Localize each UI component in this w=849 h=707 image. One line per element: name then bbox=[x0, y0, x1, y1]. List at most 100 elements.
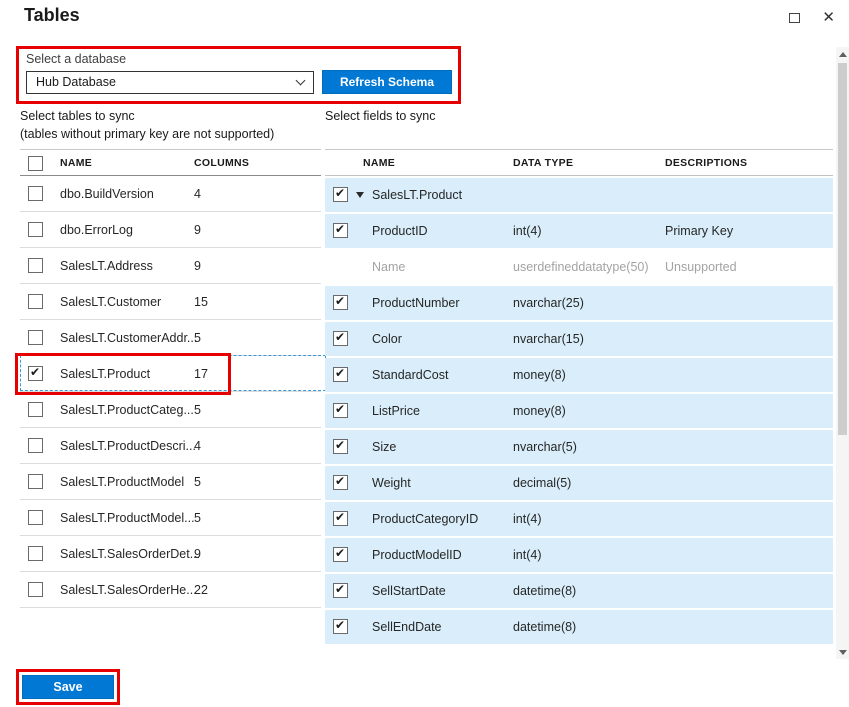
field-row-unsupported: Name userdefineddatatype(50) Unsupported bbox=[325, 250, 833, 284]
field-row[interactable]: ProductNumber nvarchar(25) bbox=[325, 286, 833, 320]
field-row[interactable]: Weight decimal(5) bbox=[325, 466, 833, 500]
database-section-callout: Select a database Hub Database Refresh S… bbox=[16, 46, 461, 104]
row-checkbox[interactable] bbox=[28, 258, 43, 273]
table-row[interactable]: SalesLT.ProductModel 5 bbox=[20, 464, 321, 500]
select-all-checkbox[interactable] bbox=[28, 156, 43, 171]
database-dropdown[interactable]: Hub Database bbox=[26, 71, 314, 94]
field-row[interactable]: SellEndDate datetime(8) bbox=[325, 610, 833, 644]
field-checkbox[interactable] bbox=[333, 331, 348, 346]
descriptions-column-header: DESCRIPTIONS bbox=[665, 157, 747, 169]
row-checkbox[interactable] bbox=[28, 402, 43, 417]
field-row[interactable]: SellStartDate datetime(8) bbox=[325, 574, 833, 608]
field-checkbox[interactable] bbox=[333, 223, 348, 238]
row-checkbox[interactable] bbox=[28, 186, 43, 201]
table-row[interactable]: SalesLT.Customer 15 bbox=[20, 284, 321, 320]
columns-count-cell: 9 bbox=[194, 547, 201, 561]
field-name-cell: Size bbox=[372, 440, 396, 454]
columns-count-cell: 9 bbox=[194, 259, 201, 273]
field-row[interactable]: Color nvarchar(15) bbox=[325, 322, 833, 356]
tables-panel-heading: Select tables to sync (tables without pr… bbox=[20, 107, 274, 143]
data-type-cell: money(8) bbox=[513, 368, 566, 382]
table-name-cell: SalesLT.CustomerAddr... bbox=[60, 331, 197, 345]
field-checkbox[interactable] bbox=[333, 619, 348, 634]
row-checkbox[interactable] bbox=[28, 546, 43, 561]
field-checkbox[interactable] bbox=[333, 403, 348, 418]
group-checkbox[interactable] bbox=[333, 187, 348, 202]
table-row[interactable]: SalesLT.ProductCateg... 5 bbox=[20, 392, 321, 428]
columns-count-cell: 9 bbox=[194, 223, 201, 237]
table-row[interactable]: dbo.ErrorLog 9 bbox=[20, 212, 321, 248]
table-name-cell: dbo.BuildVersion bbox=[60, 187, 154, 201]
field-checkbox[interactable] bbox=[333, 295, 348, 310]
save-button[interactable]: Save bbox=[22, 675, 114, 699]
field-name-cell: Name bbox=[372, 260, 405, 274]
field-checkbox[interactable] bbox=[333, 583, 348, 598]
row-checkbox[interactable] bbox=[28, 366, 43, 381]
tables-list-rows: dbo.BuildVersion 4 dbo.ErrorLog 9 SalesL… bbox=[20, 176, 321, 608]
tables-list-header: NAME COLUMNS bbox=[20, 149, 321, 176]
group-name-cell: SalesLT.Product bbox=[372, 188, 462, 202]
field-name-cell: ProductCategoryID bbox=[372, 512, 478, 526]
field-checkbox[interactable] bbox=[333, 439, 348, 454]
field-name-cell: ListPrice bbox=[372, 404, 420, 418]
row-checkbox[interactable] bbox=[28, 222, 43, 237]
row-checkbox[interactable] bbox=[28, 294, 43, 309]
fields-list-header: NAME DATA TYPE DESCRIPTIONS bbox=[325, 149, 833, 176]
tables-heading-line1: Select tables to sync bbox=[20, 107, 274, 125]
vertical-scrollbar[interactable] bbox=[836, 47, 849, 659]
collapse-caret-icon[interactable] bbox=[356, 192, 364, 198]
field-name-cell: Weight bbox=[372, 476, 411, 490]
row-checkbox[interactable] bbox=[28, 330, 43, 345]
field-group-row[interactable]: SalesLT.Product bbox=[325, 178, 833, 212]
fields-panel-heading: Select fields to sync bbox=[325, 107, 435, 125]
table-row[interactable]: SalesLT.Address 9 bbox=[20, 248, 321, 284]
field-name-cell: StandardCost bbox=[372, 368, 448, 382]
page-title: Tables bbox=[24, 5, 80, 26]
field-checkbox[interactable] bbox=[333, 547, 348, 562]
table-row[interactable]: SalesLT.ProductDescri... 4 bbox=[20, 428, 321, 464]
table-name-cell: SalesLT.ProductDescri... bbox=[60, 439, 196, 453]
table-row-selected[interactable]: SalesLT.Product 17 bbox=[20, 356, 321, 392]
table-name-cell: SalesLT.ProductModel bbox=[60, 475, 184, 489]
field-row[interactable]: Size nvarchar(5) bbox=[325, 430, 833, 464]
field-row[interactable]: ProductID int(4) Primary Key bbox=[325, 214, 833, 248]
data-type-cell: money(8) bbox=[513, 404, 566, 418]
row-checkbox[interactable] bbox=[28, 474, 43, 489]
field-name-cell: Color bbox=[372, 332, 402, 346]
row-checkbox[interactable] bbox=[28, 510, 43, 525]
table-row[interactable]: SalesLT.SalesOrderHe... 22 bbox=[20, 572, 321, 608]
table-name-cell: SalesLT.SalesOrderHe... bbox=[60, 583, 197, 597]
table-row[interactable]: SalesLT.CustomerAddr... 5 bbox=[20, 320, 321, 356]
table-row[interactable]: SalesLT.SalesOrderDet... 9 bbox=[20, 536, 321, 572]
refresh-schema-button[interactable]: Refresh Schema bbox=[322, 70, 452, 94]
field-name-cell: SellEndDate bbox=[372, 620, 442, 634]
field-row[interactable]: StandardCost money(8) bbox=[325, 358, 833, 392]
field-checkbox[interactable] bbox=[333, 475, 348, 490]
field-row[interactable]: ProductModelID int(4) bbox=[325, 538, 833, 572]
restore-window-icon[interactable] bbox=[789, 13, 800, 23]
table-row[interactable]: SalesLT.ProductModel... 5 bbox=[20, 500, 321, 536]
close-icon[interactable]: ✕ bbox=[822, 10, 835, 25]
table-row[interactable]: dbo.BuildVersion 4 bbox=[20, 176, 321, 212]
table-name-cell: dbo.ErrorLog bbox=[60, 223, 133, 237]
field-row[interactable]: ListPrice money(8) bbox=[325, 394, 833, 428]
field-checkbox[interactable] bbox=[333, 367, 348, 382]
field-row[interactable]: ProductCategoryID int(4) bbox=[325, 502, 833, 536]
database-select-label: Select a database bbox=[26, 52, 452, 66]
row-checkbox[interactable] bbox=[28, 438, 43, 453]
data-type-cell: int(4) bbox=[513, 224, 541, 238]
scrollbar-thumb[interactable] bbox=[838, 63, 847, 435]
columns-count-cell: 22 bbox=[194, 583, 208, 597]
table-name-cell: SalesLT.SalesOrderDet... bbox=[60, 547, 200, 561]
description-cell: Primary Key bbox=[665, 224, 733, 238]
columns-count-cell: 5 bbox=[194, 475, 201, 489]
database-dropdown-value: Hub Database bbox=[36, 75, 116, 89]
field-name-cell: SellStartDate bbox=[372, 584, 446, 598]
data-type-cell: int(4) bbox=[513, 512, 541, 526]
row-checkbox[interactable] bbox=[28, 582, 43, 597]
scroll-up-icon[interactable] bbox=[836, 47, 849, 61]
scroll-down-icon[interactable] bbox=[836, 645, 849, 659]
field-name-cell: ProductModelID bbox=[372, 548, 462, 562]
table-name-cell: SalesLT.Product bbox=[60, 367, 150, 381]
field-checkbox[interactable] bbox=[333, 511, 348, 526]
